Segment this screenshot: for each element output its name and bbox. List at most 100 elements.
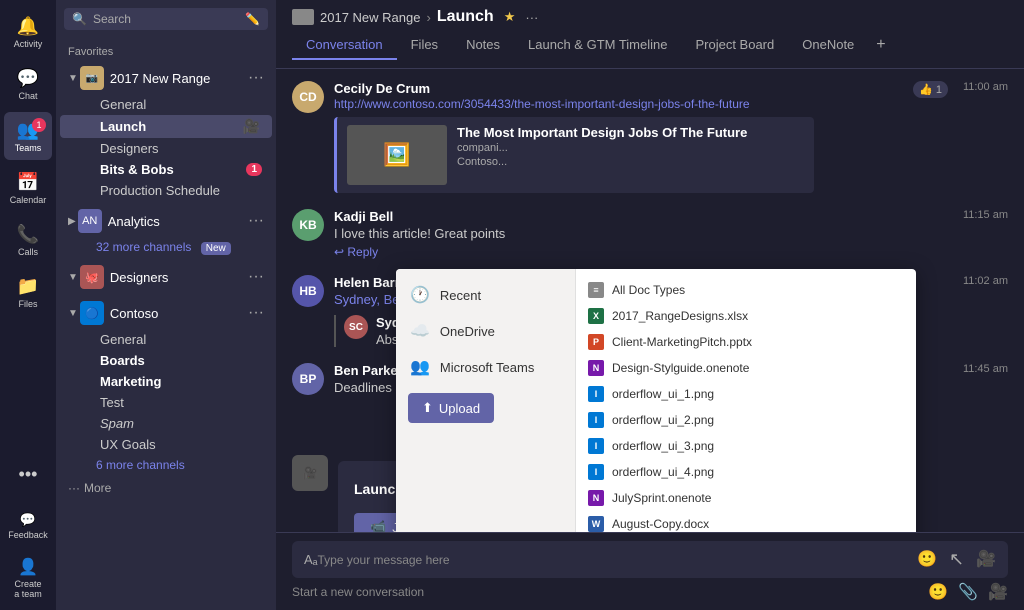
analytics-more-icon[interactable]: ··· xyxy=(248,212,264,230)
channel-ux-goals[interactable]: UX Goals xyxy=(60,434,272,455)
file-source-onedrive[interactable]: ☁️ OneDrive xyxy=(396,313,575,349)
sidebar-item-calendar[interactable]: 📅 Calendar xyxy=(4,164,52,212)
team-more-icon[interactable]: ··· xyxy=(248,69,264,87)
file-item-all-types[interactable]: ≡ All Doc Types xyxy=(576,277,916,303)
more-button[interactable]: ··· More xyxy=(56,475,276,501)
channel-general-contoso[interactable]: General xyxy=(60,329,272,350)
file-name: 2017_RangeDesigns.xlsx xyxy=(612,309,748,323)
file-source-teams[interactable]: 👥 Microsoft Teams xyxy=(396,349,575,385)
message-row: CD Cecily De Crum http://www.contoso.com… xyxy=(292,81,1008,193)
tab-project-board[interactable]: Project Board xyxy=(681,31,788,60)
channel-production-schedule[interactable]: Production Schedule xyxy=(60,180,272,201)
file-type-icon: N xyxy=(588,360,604,376)
team-2017-new-range[interactable]: ▼ 📷 2017 New Range ··· xyxy=(60,62,272,94)
teams-source-icon: 👥 xyxy=(410,357,430,377)
message-row: KB Kadji Bell I love this article! Great… xyxy=(292,209,1008,259)
message-content: Cecily De Crum http://www.contoso.com/30… xyxy=(334,81,1008,193)
file-type-icon: P xyxy=(588,334,604,350)
team-contoso[interactable]: ▼ 🔵 Contoso ··· xyxy=(60,297,272,329)
more-actions-icon[interactable]: 🎥 xyxy=(988,582,1008,602)
file-item-onenote-2[interactable]: N JulySprint.onenote xyxy=(576,485,916,511)
video-compose-icon[interactable]: 🎥 xyxy=(976,549,996,570)
file-name: orderflow_ui_4.png xyxy=(612,465,714,479)
compose-box: Aₐ Type your message here 🙂 ↖ 🎥 xyxy=(292,541,1008,578)
tab-notes[interactable]: Notes xyxy=(452,31,514,60)
file-item-png-4[interactable]: I orderflow_ui_4.png xyxy=(576,459,916,485)
designers-more-icon[interactable]: ··· xyxy=(248,268,264,286)
channel-designers-2017[interactable]: Designers xyxy=(60,138,272,159)
sidebar-item-calls[interactable]: 📞 Calls xyxy=(4,216,52,264)
create-team-icon: 👤 xyxy=(18,557,38,577)
file-name: JulySprint.onenote xyxy=(612,491,711,505)
preview-image: 🖼️ xyxy=(347,125,447,185)
more-channels-contoso[interactable]: 6 more channels xyxy=(56,455,276,475)
more-channels-analytics[interactable]: 32 more channels New xyxy=(56,237,276,257)
format-text-icon[interactable]: Aₐ xyxy=(304,552,318,567)
emoji-icon[interactable]: 🙂 xyxy=(917,549,937,570)
upload-button[interactable]: ⬆ Upload xyxy=(408,393,494,423)
files-icon: 📁 xyxy=(17,276,39,297)
sidebar-item-teams[interactable]: 1 👥 Teams xyxy=(4,112,52,160)
search-box[interactable]: 🔍 Search ✏️ xyxy=(64,8,268,30)
create-team-button[interactable]: 👤 Createa team xyxy=(4,554,52,602)
expand-icon-contoso: ▼ xyxy=(68,308,78,319)
star-icon[interactable]: ★ xyxy=(504,9,516,25)
file-type-icon: I xyxy=(588,412,604,428)
file-item-onenote-1[interactable]: N Design-Stylguide.onenote xyxy=(576,355,916,381)
file-type-icon: N xyxy=(588,490,604,506)
tab-conversation[interactable]: Conversation xyxy=(292,31,397,60)
channel-spam[interactable]: Spam xyxy=(60,413,272,434)
meeting-avatar: 🎥 xyxy=(292,455,328,491)
file-name: August-Copy.docx xyxy=(612,517,709,531)
tab-onenote[interactable]: OneNote xyxy=(788,31,868,60)
file-item-docx-1[interactable]: W August-Copy.docx xyxy=(576,511,916,532)
channel-general-2017[interactable]: General xyxy=(60,94,272,115)
channel-bits-bobs[interactable]: Bits & Bobs 1 xyxy=(60,159,272,180)
file-item-xlsx[interactable]: X 2017_RangeDesigns.xlsx xyxy=(576,303,916,329)
upload-label: Upload xyxy=(439,401,480,416)
video-icon: 📹 xyxy=(370,519,386,532)
new-conversation-placeholder[interactable]: Start a new conversation xyxy=(292,585,424,599)
upload-icon: ⬆ xyxy=(422,400,433,416)
teams-source-label: Microsoft Teams xyxy=(440,360,534,375)
reply-button[interactable]: ↩ Reply xyxy=(334,245,1008,259)
emoji-bottom-icon[interactable]: 🙂 xyxy=(928,582,948,602)
tab-launch-gtm[interactable]: Launch & GTM Timeline xyxy=(514,31,681,60)
file-name: Design-Stylguide.onenote xyxy=(612,361,749,375)
channel-boards[interactable]: Boards xyxy=(60,350,272,371)
feedback-button[interactable]: 💬 Feedback xyxy=(4,502,52,550)
calendar-label: Calendar xyxy=(10,195,47,205)
avatar: BP xyxy=(292,363,324,395)
like-badge: 👍 1 xyxy=(913,81,948,98)
header-more-icon[interactable]: ··· xyxy=(525,10,538,25)
file-name: orderflow_ui_2.png xyxy=(612,413,714,427)
breadcrumb-team: 2017 New Range xyxy=(320,10,420,25)
channel-launch[interactable]: Launch 🎥 xyxy=(60,115,272,138)
sidebar-item-more-options[interactable]: ••• xyxy=(4,450,52,498)
cursor-icon: ↖ xyxy=(949,549,964,570)
sidebar-item-activity[interactable]: 🔔 Activity xyxy=(4,8,52,56)
message-link[interactable]: http://www.contoso.com/3054433/the-most-… xyxy=(334,97,750,111)
team-analytics[interactable]: ▶ AN Analytics ··· xyxy=(60,205,272,237)
add-tab-button[interactable]: + xyxy=(868,30,893,60)
contoso-more-icon[interactable]: ··· xyxy=(248,304,264,322)
attach-icon[interactable]: 📎 xyxy=(958,582,978,602)
team-designers[interactable]: ▼ 🐙 Designers ··· xyxy=(60,261,272,293)
file-type-icon: I xyxy=(588,386,604,402)
thumbs-up-icon: 👍 xyxy=(919,83,933,96)
file-item-pptx[interactable]: P Client-MarketingPitch.pptx xyxy=(576,329,916,355)
channel-test[interactable]: Test xyxy=(60,392,272,413)
link-preview: 🖼️ The Most Important Design Jobs Of The… xyxy=(334,117,814,193)
file-source-recent[interactable]: 🕐 Recent xyxy=(396,277,575,313)
tab-files[interactable]: Files xyxy=(397,31,452,60)
channel-marketing[interactable]: Marketing xyxy=(60,371,272,392)
file-item-png-2[interactable]: I orderflow_ui_2.png xyxy=(576,407,916,433)
file-item-png-3[interactable]: I orderflow_ui_3.png xyxy=(576,433,916,459)
main-content: 2017 New Range › Launch ★ ··· Conversati… xyxy=(276,0,1024,610)
feedback-icon: 💬 xyxy=(20,512,36,528)
file-item-png-1[interactable]: I orderflow_ui_1.png xyxy=(576,381,916,407)
sidebar-item-chat[interactable]: 💬 Chat xyxy=(4,60,52,108)
new-badge-analytics: New xyxy=(201,242,231,255)
sidebar-item-files[interactable]: 📁 Files xyxy=(4,268,52,316)
compose-placeholder[interactable]: Type your message here xyxy=(318,553,918,567)
